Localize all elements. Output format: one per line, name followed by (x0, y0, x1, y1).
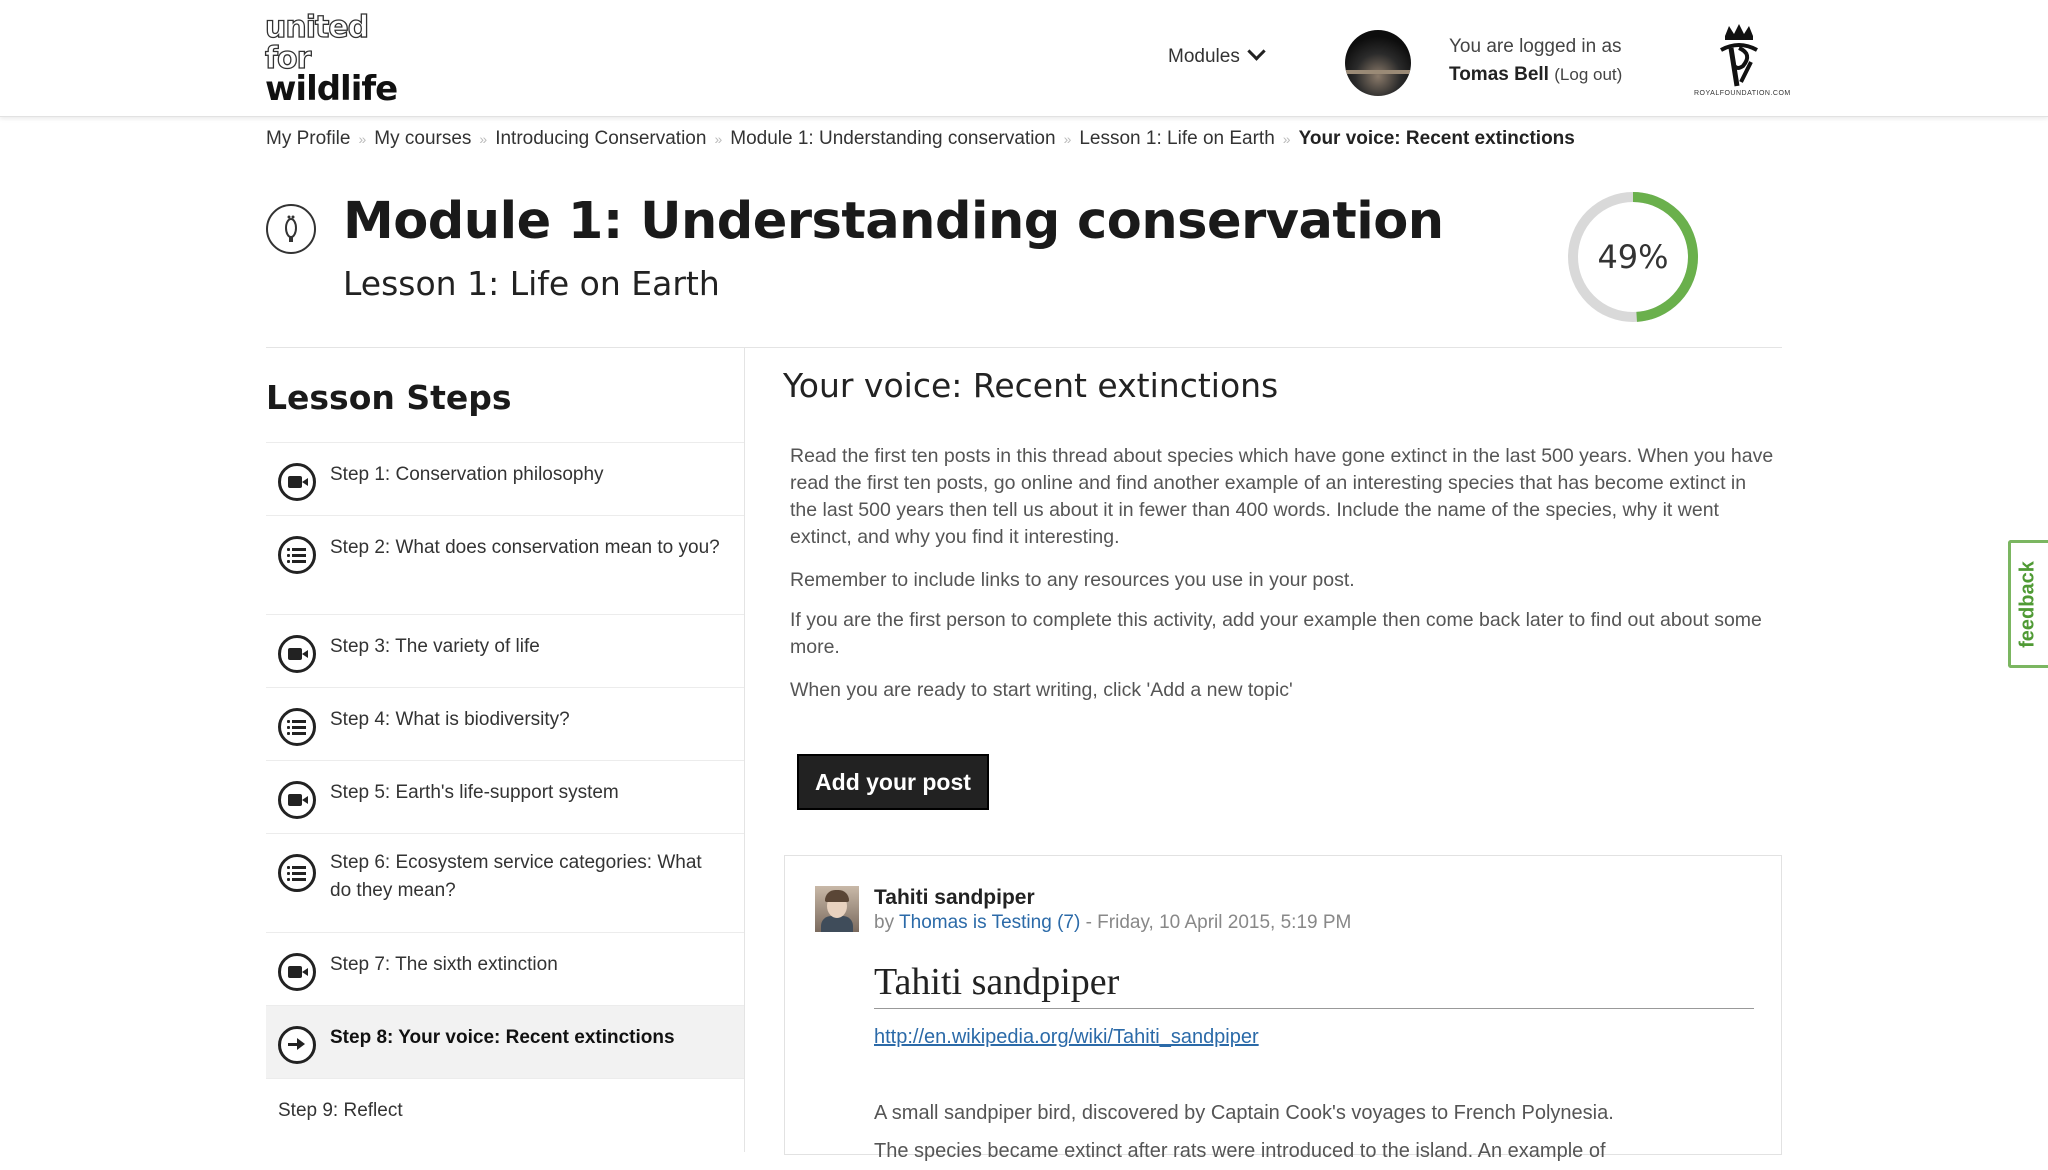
partner-logo-text: ROYALFOUNDATION.COM (1694, 90, 1791, 97)
lesson-steps-list: Step 1: Conservation philosophy Step 2: … (266, 442, 744, 1151)
list-icon (278, 854, 316, 892)
site-header: united for wildlife Modules You are logg… (0, 0, 2048, 117)
royal-foundation-logo[interactable]: ROYALFOUNDATION.COM (1694, 22, 1791, 102)
chevron-down-icon (1247, 42, 1266, 61)
forum-post: Tahiti sandpiper by Thomas is Testing (7… (784, 855, 1782, 1162)
video-icon (278, 635, 316, 673)
breadcrumb-my-courses[interactable]: My courses (374, 128, 471, 149)
post-body-line: The species became extinct after rats we… (874, 1140, 1606, 1162)
lesson-steps-heading: Lesson Steps (266, 378, 512, 417)
post-date: - Friday, 10 April 2015, 5:19 PM (1085, 912, 1352, 933)
breadcrumb-lesson[interactable]: Lesson 1: Life on Earth (1079, 128, 1274, 149)
post-author-avatar[interactable] (815, 886, 859, 932)
post-body: A small sandpiper bird, discovered by Ca… (874, 1094, 1754, 1170)
breadcrumb-separator-icon: » (1282, 131, 1291, 147)
video-icon (278, 463, 316, 501)
post-title-link[interactable]: Tahiti sandpiper (874, 886, 1035, 910)
lesson-step-label: Step 1: Conservation philosophy (330, 464, 604, 485)
footprint-icon (266, 204, 316, 254)
logout-link[interactable]: (Log out) (1554, 65, 1622, 84)
breadcrumb-my-profile[interactable]: My Profile (266, 128, 350, 149)
progress-ring: 49% (1566, 190, 1700, 324)
royal-foundation-crest-icon (1720, 24, 1758, 87)
login-info: You are logged in as Tomas Bell (Log out… (1449, 33, 1622, 89)
logo-line-1: united (264, 10, 369, 45)
login-prefix: You are logged in as (1449, 36, 1622, 57)
lesson-step-label: Step 7: The sixth extinction (330, 954, 558, 975)
lesson-step-7[interactable]: Step 7: The sixth extinction (266, 932, 744, 1005)
lesson-step-label: Step 9: Reflect (278, 1100, 403, 1121)
breadcrumb-separator-icon: » (1063, 131, 1072, 147)
instruction-paragraph: Read the first ten posts in this thread … (790, 445, 1774, 548)
progress-percent: 49% (1597, 238, 1669, 276)
lesson-step-label: Step 6: Ecosystem service categories: Wh… (330, 852, 702, 901)
lesson-step-6[interactable]: Step 6: Ecosystem service categories: Wh… (266, 833, 744, 932)
lesson-step-8[interactable]: Step 8: Your voice: Recent extinctions (266, 1005, 744, 1078)
lesson-step-label: Step 3: The variety of life (330, 636, 540, 657)
column-divider (744, 347, 745, 1152)
video-icon (278, 953, 316, 991)
breadcrumb-separator-icon: » (479, 131, 488, 147)
module-title: Module 1: Understanding conservation (343, 192, 1444, 251)
lesson-step-label: Step 8: Your voice: Recent extinctions (330, 1027, 675, 1048)
video-icon (278, 781, 316, 819)
feedback-label: feedback (2016, 561, 2039, 648)
breadcrumb-separator-icon: » (358, 131, 367, 147)
united-for-wildlife-logo[interactable]: united for wildlife (264, 10, 398, 109)
logo-line-3: wildlife (265, 69, 398, 109)
lesson-step-label: Step 4: What is biodiversity? (330, 709, 570, 730)
user-avatar[interactable] (1345, 30, 1411, 96)
lesson-title: Lesson 1: Life on Earth (343, 264, 720, 303)
breadcrumb-separator-icon: » (714, 131, 723, 147)
lesson-step-5[interactable]: Step 5: Earth's life-support system (266, 760, 744, 833)
lesson-step-2[interactable]: Step 2: What does conservation mean to y… (266, 515, 744, 614)
instruction-paragraph: When you are ready to start writing, cli… (790, 679, 1293, 701)
lesson-step-4[interactable]: Step 4: What is biodiversity? (266, 687, 744, 760)
lesson-step-label: Step 2: What does conservation mean to y… (330, 537, 720, 558)
post-heading: Tahiti sandpiper (874, 960, 1754, 1009)
arrow-right-icon (278, 1026, 316, 1064)
post-author-link[interactable]: Thomas is Testing (7) (899, 912, 1080, 933)
lesson-step-label: Step 5: Earth's life-support system (330, 782, 619, 803)
post-wikipedia-link[interactable]: http://en.wikipedia.org/wiki/Tahiti_sand… (874, 1026, 1259, 1049)
lesson-step-9[interactable]: Step 9: Reflect (266, 1078, 744, 1151)
lesson-step-3[interactable]: Step 3: The variety of life (266, 614, 744, 687)
breadcrumb-current: Your voice: Recent extinctions (1298, 128, 1575, 149)
lesson-step-1[interactable]: Step 1: Conservation philosophy (266, 442, 744, 515)
instruction-paragraph: Remember to include links to any resourc… (790, 569, 1355, 591)
divider (266, 347, 1782, 348)
feedback-tab[interactable]: feedback (2008, 540, 2048, 668)
content-title: Your voice: Recent extinctions (783, 366, 1279, 405)
breadcrumb-course[interactable]: Introducing Conservation (495, 128, 706, 149)
list-icon (278, 536, 316, 574)
instruction-paragraph: If you are the first person to complete … (790, 609, 1762, 658)
user-name-link[interactable]: Tomas Bell (1449, 64, 1549, 85)
post-meta: by Thomas is Testing (7) - Friday, 10 Ap… (874, 912, 1351, 934)
add-post-button[interactable]: Add your post (797, 754, 989, 810)
breadcrumb-module[interactable]: Module 1: Understanding conservation (730, 128, 1055, 149)
modules-dropdown[interactable]: Modules (1168, 42, 1266, 68)
list-icon (278, 708, 316, 746)
breadcrumb: My Profile » My courses » Introducing Conser… (266, 128, 1575, 150)
post-body-line: A small sandpiper bird, discovered by Ca… (874, 1102, 1614, 1124)
post-by-prefix: by (874, 912, 895, 933)
modules-label: Modules (1168, 46, 1240, 67)
